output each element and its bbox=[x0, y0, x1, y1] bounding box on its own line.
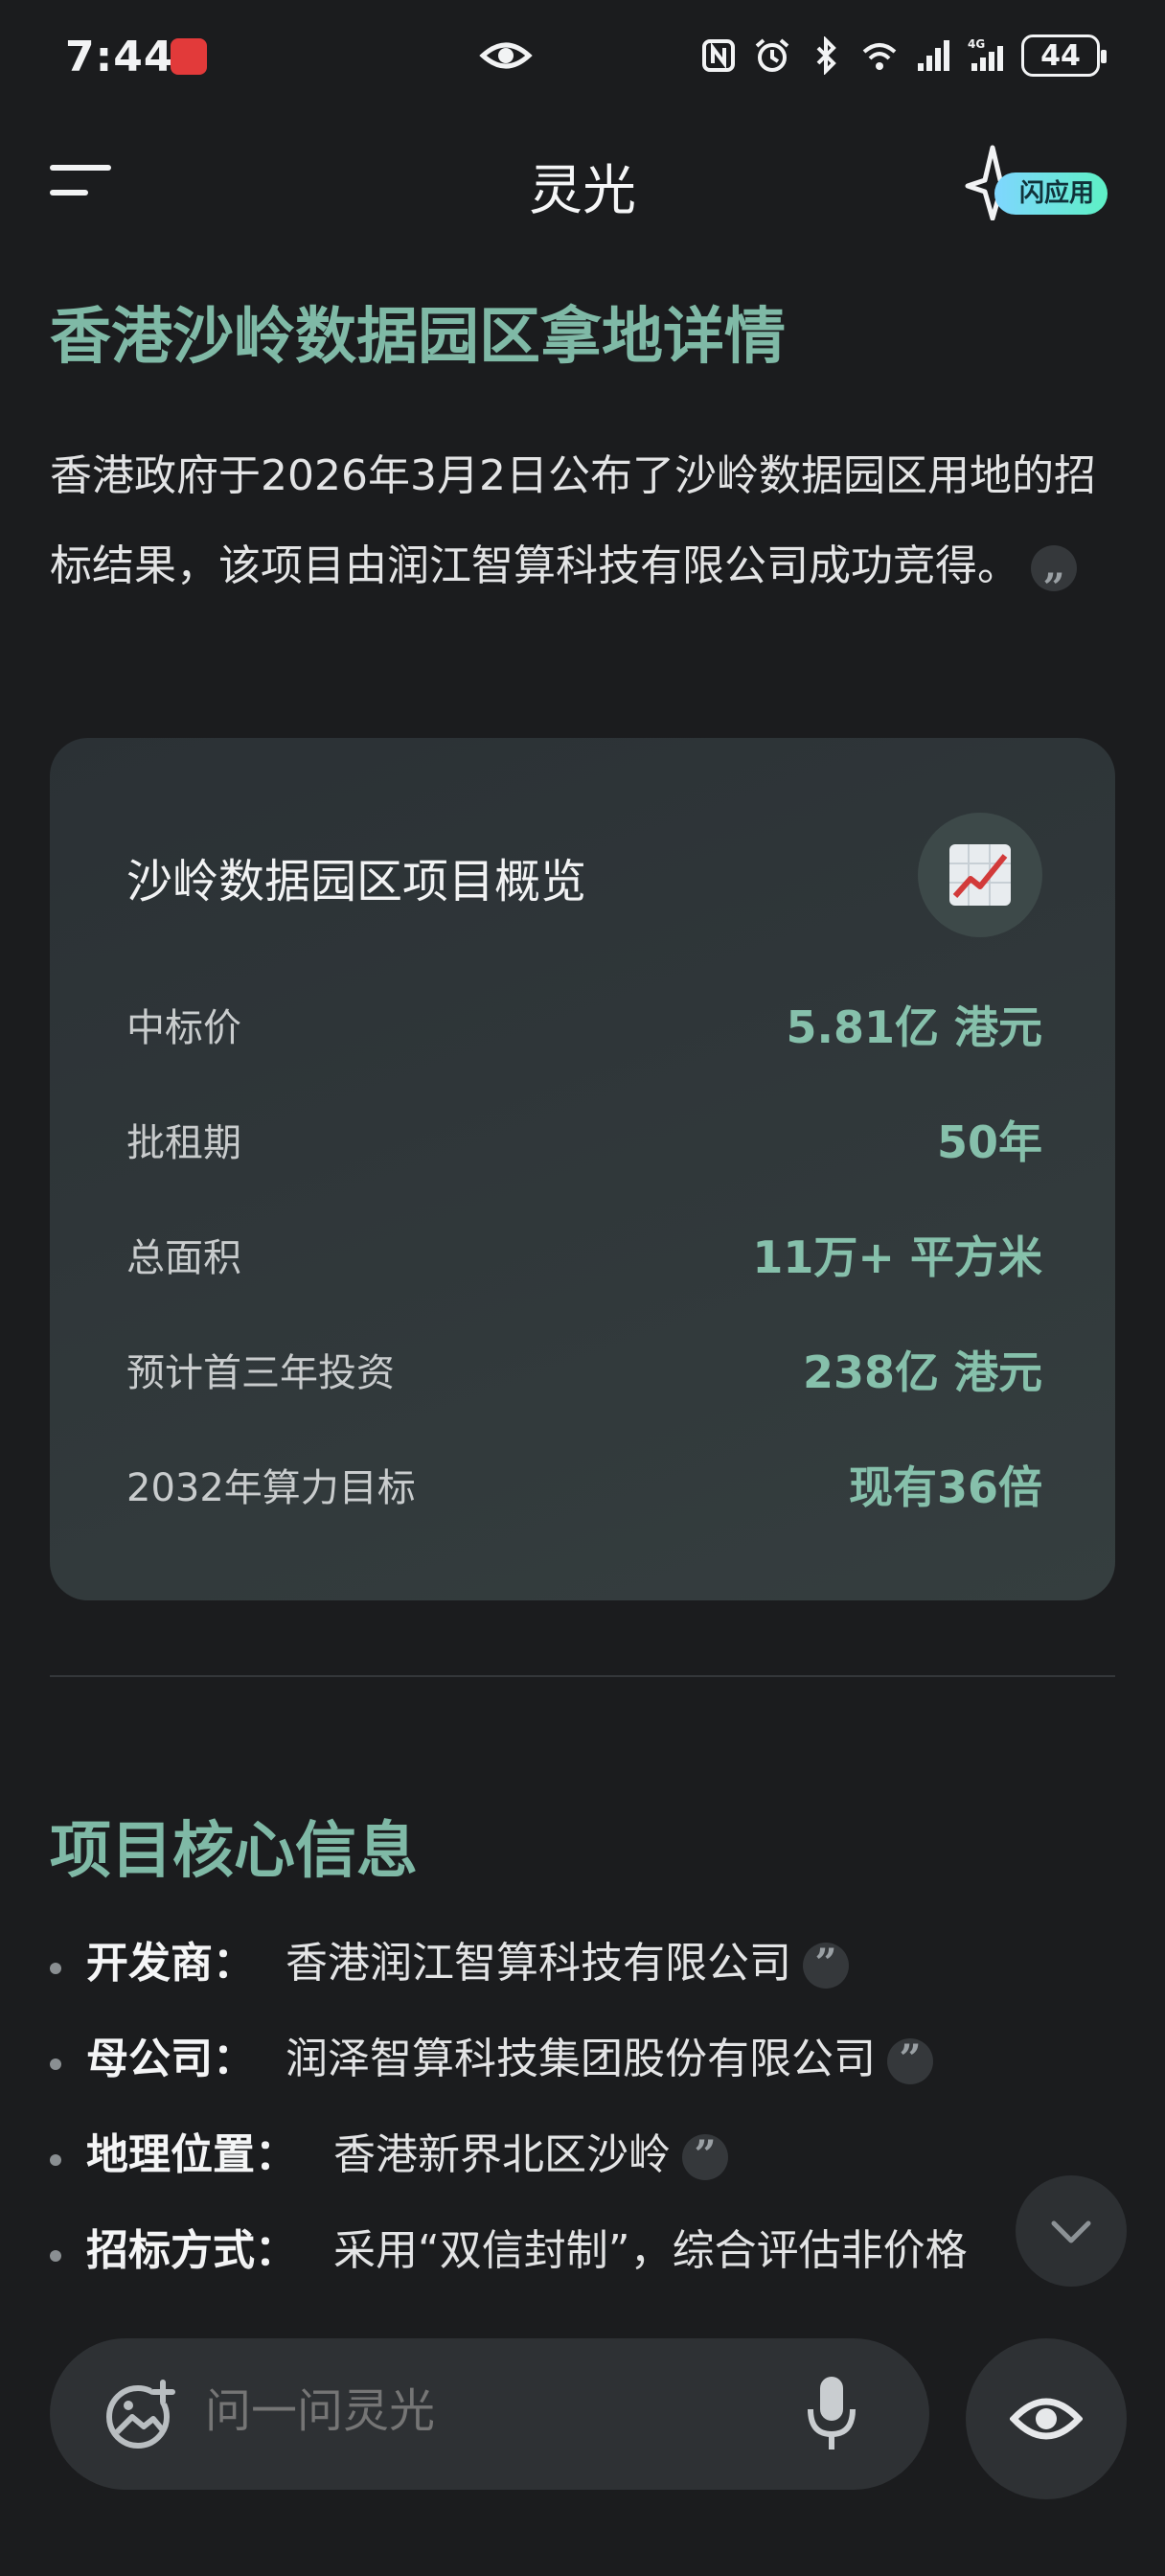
image-add-icon[interactable] bbox=[103, 2377, 178, 2451]
row-value: 11万+ 平方米 bbox=[752, 1231, 1042, 1283]
row-value: 238亿 港元 bbox=[802, 1346, 1042, 1398]
item-value: 润泽智算科技集团股份有限公司 bbox=[286, 2024, 933, 2085]
signal-4g-icon: 4G bbox=[968, 37, 1003, 71]
section-title: 项目核心信息 bbox=[50, 1816, 418, 1887]
bluetooth-icon bbox=[816, 36, 836, 75]
vision-button[interactable] bbox=[966, 2338, 1127, 2499]
project-overview-card: 沙岭数据园区项目概览 中标价 5.81亿 港元 批租期 50年 总面积 11万+… bbox=[50, 738, 1115, 1600]
card-row: 中标价 5.81亿 港元 bbox=[126, 997, 1042, 1054]
chevron-down-icon bbox=[1051, 2220, 1091, 2243]
row-label: 总面积 bbox=[126, 1236, 241, 1280]
eye-icon bbox=[1010, 2398, 1083, 2440]
item-key: 地理位置： bbox=[86, 2130, 297, 2179]
item-value-text: 香港润江智算科技有限公司 bbox=[286, 1939, 791, 1988]
chat-input[interactable] bbox=[203, 2377, 724, 2446]
citation-icon[interactable] bbox=[803, 1941, 849, 1989]
nfc-icon bbox=[702, 39, 735, 72]
card-icon-badge bbox=[918, 813, 1042, 937]
chat-input-bar[interactable] bbox=[50, 2338, 929, 2490]
svg-text:4G: 4G bbox=[968, 37, 985, 51]
article-title: 香港沙岭数据园区拿地详情 bbox=[50, 302, 786, 373]
scroll-down-button[interactable] bbox=[1016, 2175, 1127, 2287]
card-row: 2032年算力目标 现有36倍 bbox=[126, 1457, 1042, 1514]
row-label: 中标价 bbox=[126, 1006, 241, 1050]
item-value: 香港新界北区沙岭 bbox=[333, 2120, 728, 2181]
item-key: 母公司： bbox=[86, 2035, 255, 2083]
core-info-list: 开发商： 香港润江智算科技有限公司 母公司： 润泽智算科技集团股份有限公司 地理… bbox=[50, 1928, 1115, 2312]
bullet-dot bbox=[50, 2058, 61, 2070]
row-value: 50年 bbox=[936, 1116, 1042, 1168]
citation-icon[interactable] bbox=[887, 2036, 933, 2084]
row-label: 2032年算力目标 bbox=[126, 1466, 416, 1510]
microphone-icon[interactable] bbox=[803, 2373, 860, 2455]
card-row: 批租期 50年 bbox=[126, 1112, 1042, 1169]
card-row: 总面积 11万+ 平方米 bbox=[126, 1227, 1042, 1284]
section-divider bbox=[50, 1675, 1115, 1677]
card-title: 沙岭数据园区项目概览 bbox=[126, 855, 587, 908]
item-value: 香港润江智算科技有限公司 bbox=[286, 1928, 849, 1990]
eye-indicator-icon bbox=[479, 42, 533, 69]
list-item: 母公司： 润泽智算科技集团股份有限公司 bbox=[50, 2024, 1115, 2120]
card-row: 预计首三年投资 238亿 港元 bbox=[126, 1342, 1042, 1399]
alarm-icon bbox=[755, 38, 789, 72]
row-label: 预计首三年投资 bbox=[126, 1351, 395, 1395]
status-bar: 7:44 4G 44 bbox=[0, 0, 1165, 115]
citation-icon[interactable] bbox=[682, 2132, 728, 2180]
row-value: 现有36倍 bbox=[848, 1461, 1042, 1513]
signal-icon bbox=[918, 40, 949, 71]
battery-indicator: 44 bbox=[1021, 34, 1107, 77]
row-label: 批租期 bbox=[126, 1121, 241, 1165]
list-item: 开发商： 香港润江智算科技有限公司 bbox=[50, 1928, 1115, 2024]
bullet-dot bbox=[50, 1963, 61, 1974]
chart-emoji-icon bbox=[949, 844, 1011, 906]
notification-app-icon bbox=[171, 38, 207, 75]
status-icons: 4G 44 bbox=[699, 29, 1107, 82]
bullet-dot bbox=[50, 2154, 61, 2166]
status-time: 7:44 bbox=[65, 33, 174, 81]
article-intro-text: 香港政府于2026年3月2日公布了沙岭数据园区用地的招标结果，该项目由润江智算科… bbox=[50, 451, 1096, 590]
article-intro: 香港政府于2026年3月2日公布了沙岭数据园区用地的招标结果，该项目由润江智算科… bbox=[50, 431, 1123, 633]
item-value-text: 香港新界北区沙岭 bbox=[333, 2130, 671, 2179]
citation-icon[interactable] bbox=[1031, 543, 1077, 633]
row-value: 5.81亿 港元 bbox=[786, 1001, 1042, 1053]
flash-app-button[interactable]: 闪应用 bbox=[964, 144, 1108, 220]
flash-app-label: 闪应用 bbox=[994, 172, 1108, 215]
item-value-text: 润泽智算科技集团股份有限公司 bbox=[286, 2035, 876, 2083]
item-key: 开发商： bbox=[86, 1939, 255, 1988]
wifi-icon bbox=[862, 43, 897, 70]
bullet-dot bbox=[50, 2250, 61, 2262]
list-item: 地理位置： 香港新界北区沙岭 bbox=[50, 2120, 1115, 2216]
app-header: 灵光 闪应用 bbox=[0, 134, 1165, 230]
